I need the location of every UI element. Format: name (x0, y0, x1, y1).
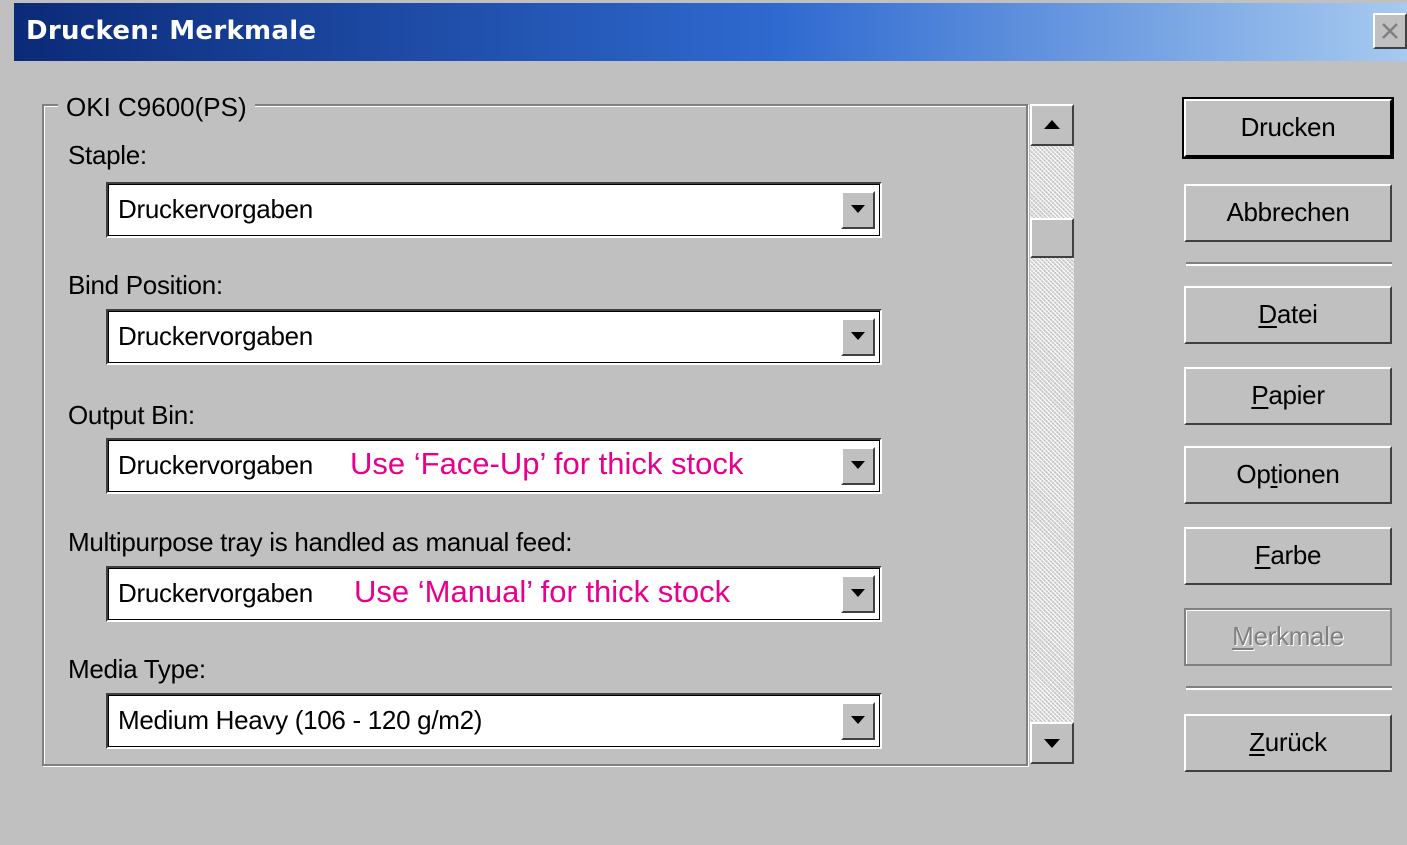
staple-value: Druckervorgaben (118, 194, 313, 224)
cancel-button[interactable]: Abbrechen (1184, 184, 1392, 242)
bind-position-dropdown-button[interactable] (841, 318, 875, 356)
output-bin-label: Output Bin: (68, 400, 195, 430)
options-button-label: ionen (1277, 459, 1340, 489)
back-button[interactable]: Zurück (1184, 714, 1392, 772)
color-button[interactable]: Farbe (1184, 527, 1392, 585)
scroll-down-button[interactable] (1030, 722, 1074, 764)
multipurpose-tray-select[interactable]: Druckervorgaben Use ‘Manual’ for thick s… (106, 566, 882, 622)
multipurpose-tray-label: Multipurpose tray is handled as manual f… (68, 527, 573, 557)
scrollbar-thumb[interactable] (1030, 218, 1074, 258)
close-icon (1382, 23, 1398, 39)
multipurpose-tray-dropdown-button[interactable] (841, 575, 875, 613)
window-title: Drucken: Merkmale (26, 16, 317, 46)
close-button[interactable] (1373, 13, 1407, 49)
features-button-label: erkmale (1253, 621, 1344, 651)
media-type-value: Medium Heavy (106 - 120 g/m2) (118, 705, 483, 735)
bind-position-select[interactable]: Druckervorgaben (106, 309, 882, 365)
file-button-label: atei (1276, 299, 1318, 329)
staple-select[interactable]: Druckervorgaben (106, 182, 882, 238)
chevron-down-icon (851, 461, 865, 469)
back-button-label: urück (1264, 727, 1327, 757)
media-type-dropdown-button[interactable] (841, 702, 875, 740)
button-separator-2 (1186, 686, 1392, 690)
print-button-label: Drucken (1240, 112, 1336, 142)
group-title: OKI C9600(PS) (58, 92, 255, 123)
features-mnemonic: M (1232, 621, 1254, 651)
chevron-down-icon (851, 205, 865, 213)
media-type-label: Media Type: (68, 654, 206, 684)
output-bin-select[interactable]: Druckervorgaben Use ‘Face-Up’ for thick … (106, 438, 882, 494)
file-button[interactable]: Datei (1184, 286, 1392, 344)
scroll-up-button[interactable] (1030, 104, 1074, 146)
print-button[interactable]: Drucken (1182, 97, 1394, 159)
paper-button-label: apier (1268, 380, 1325, 410)
staple-dropdown-button[interactable] (841, 191, 875, 229)
arrow-up-icon (1044, 120, 1060, 129)
vertical-scrollbar[interactable] (1030, 104, 1074, 764)
color-button-label: arbe (1270, 540, 1322, 570)
cancel-button-label: Abbrechen (1226, 197, 1350, 227)
paper-mnemonic: P (1251, 380, 1269, 410)
multipurpose-tray-annotation: Use ‘Manual’ for thick stock (354, 574, 731, 609)
chevron-down-icon (851, 589, 865, 597)
options-button[interactable]: Optionen (1184, 446, 1392, 504)
color-mnemonic: F (1254, 540, 1271, 570)
features-button: Merkmale (1184, 608, 1392, 666)
arrow-down-icon (1044, 739, 1060, 748)
back-mnemonic: Z (1249, 727, 1265, 757)
multipurpose-tray-value: Druckervorgaben (118, 578, 313, 608)
chevron-down-icon (851, 332, 865, 340)
chevron-down-icon (851, 716, 865, 724)
bind-position-label: Bind Position: (68, 270, 223, 300)
paper-button[interactable]: Papier (1184, 367, 1392, 425)
title-bar[interactable]: Drucken: Merkmale (14, 3, 1407, 61)
button-separator (1186, 262, 1392, 266)
staple-label: Staple: (68, 140, 147, 170)
bind-position-value: Druckervorgaben (118, 321, 313, 351)
options-button-prefix: Op (1236, 459, 1271, 489)
file-mnemonic: D (1258, 299, 1277, 329)
output-bin-value: Druckervorgaben (118, 450, 313, 480)
output-bin-dropdown-button[interactable] (841, 447, 875, 485)
media-type-select[interactable]: Medium Heavy (106 - 120 g/m2) (106, 693, 882, 749)
output-bin-annotation: Use ‘Face-Up’ for thick stock (350, 446, 744, 481)
